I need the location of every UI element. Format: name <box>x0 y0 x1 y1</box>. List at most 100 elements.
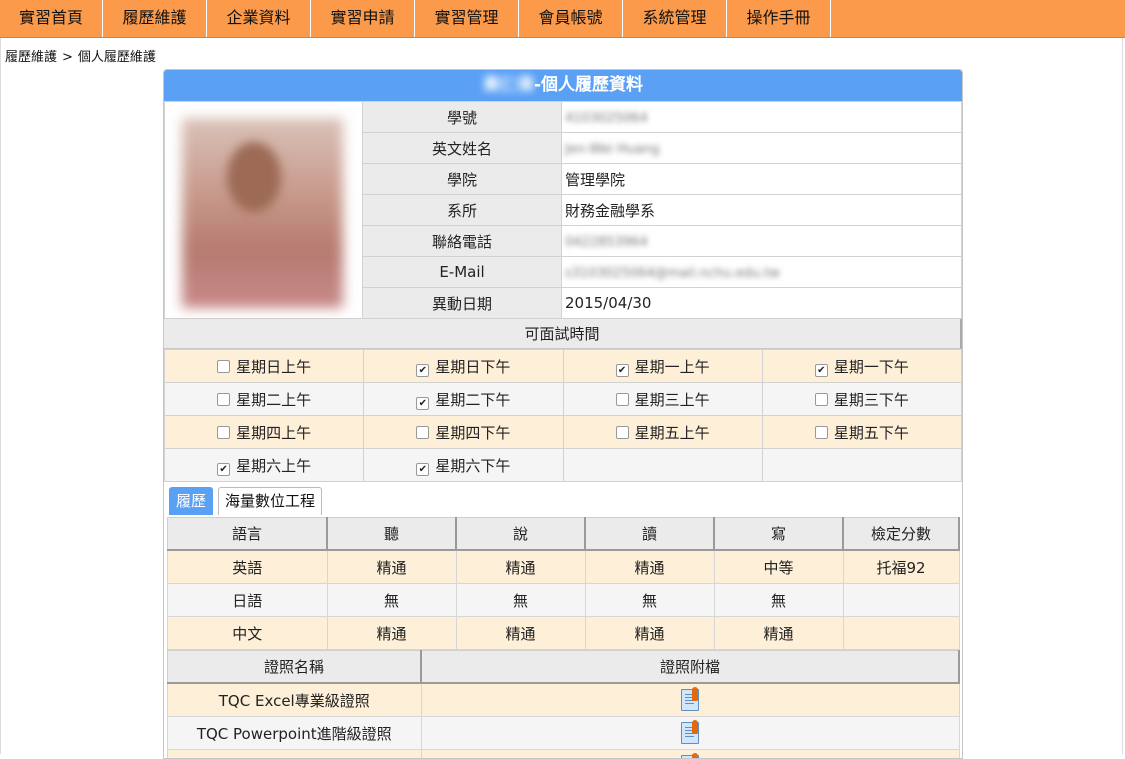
student-name: 黃仁偉 <box>483 75 534 95</box>
slot: 星期五下午 <box>762 416 961 449</box>
checkbox-icon[interactable] <box>616 426 629 439</box>
cell: 無 <box>456 584 585 617</box>
cell: 精通 <box>327 550 456 584</box>
slot: 星期四下午 <box>364 416 563 449</box>
title-suffix: -個人履歷資料 <box>534 75 643 95</box>
checkbox-icon[interactable]: ✔ <box>815 364 828 377</box>
cell: 精通 <box>714 617 843 650</box>
page-title: 黃仁偉-個人履歷資料 <box>164 70 962 101</box>
value-department: 財務金融學系 <box>562 195 962 226</box>
photo-cell <box>165 102 363 319</box>
col-writing: 寫 <box>714 518 843 551</box>
nav-manage[interactable]: 實習管理 <box>415 0 519 37</box>
nav-home[interactable]: 實習首頁 <box>0 0 103 37</box>
label-updated-date: 異動日期 <box>363 288 562 319</box>
col-score: 檢定分數 <box>843 518 959 551</box>
nav-account[interactable]: 會員帳號 <box>519 0 623 37</box>
nav-system[interactable]: 系統管理 <box>623 0 727 37</box>
label-english-name: 英文姓名 <box>363 133 562 164</box>
cell: 日語 <box>168 584 328 617</box>
slot: ✔星期六上午 <box>165 449 364 482</box>
slot-empty <box>762 449 961 482</box>
resume-card: 黃仁偉-個人履歷資料 學號 4103025064 英文姓名 Jen-Wei Hu… <box>163 69 963 759</box>
checkbox-icon[interactable] <box>616 393 629 406</box>
tab-resume[interactable]: 履歷 <box>169 487 213 515</box>
certificate-file <box>421 750 959 759</box>
value-email: s3103025064@mail.nchu.edu.tw <box>562 257 962 288</box>
checkbox-icon[interactable] <box>416 426 429 439</box>
tab-project[interactable]: 海量數位工程 <box>218 487 322 515</box>
label-department: 系所 <box>363 195 562 226</box>
cell: 精通 <box>585 617 714 650</box>
slot: ✔星期一下午 <box>762 350 961 383</box>
cell: 精通 <box>456 550 585 584</box>
col-speaking: 說 <box>456 518 585 551</box>
slot: 星期四上午 <box>165 416 364 449</box>
value-updated-date: 2015/04/30 <box>562 288 962 319</box>
checkbox-icon[interactable]: ✔ <box>416 397 429 410</box>
value-english-name: Jen-Wei Huang <box>562 133 962 164</box>
value-student-id: 4103025064 <box>562 102 962 133</box>
value-college: 管理學院 <box>562 164 962 195</box>
checkbox-icon[interactable] <box>815 426 828 439</box>
nav-company[interactable]: 企業資料 <box>207 0 311 37</box>
cell <box>843 584 959 617</box>
profile-table: 學號 4103025064 英文姓名 Jen-Wei Huang 學院 管理學院… <box>164 101 962 319</box>
slot: ✔星期一上午 <box>563 350 762 383</box>
table-row: 中文 精通 精通 精通 精通 <box>168 617 960 650</box>
attachment-file-icon[interactable] <box>681 722 699 744</box>
certificate-table: 證照名稱 證照附檔 TQC Excel專業級證照 TQC Powerpoint進… <box>167 650 960 759</box>
cell: 英語 <box>168 550 328 584</box>
cell: 中等 <box>714 550 843 584</box>
availability-title: 可面試時間 <box>164 319 962 349</box>
slot: 星期五上午 <box>563 416 762 449</box>
certificate-name: TQC Excel專業級證照 <box>168 683 422 717</box>
cell: 無 <box>714 584 843 617</box>
nav-manual[interactable]: 操作手冊 <box>727 0 831 37</box>
cell: 托福92 <box>843 550 959 584</box>
certificate-name: TQC Powerpoint進階級證照 <box>168 717 422 750</box>
slot: 星期日上午 <box>165 350 364 383</box>
nav-apply[interactable]: 實習申請 <box>311 0 415 37</box>
language-table: 語言 聽 說 讀 寫 檢定分數 英語 精通 精通 精通 中等 托福92 日語 無… <box>167 517 960 650</box>
checkbox-icon[interactable] <box>217 360 230 373</box>
slot: ✔星期二下午 <box>364 383 563 416</box>
checkbox-icon[interactable] <box>815 393 828 406</box>
slot: 星期三上午 <box>563 383 762 416</box>
label-phone: 聯絡電話 <box>363 226 562 257</box>
col-certificate-name: 證照名稱 <box>168 651 422 684</box>
attachment-file-icon[interactable] <box>681 755 699 759</box>
cell: 無 <box>327 584 456 617</box>
top-menu: 實習首頁 履歷維護 企業資料 實習申請 實習管理 會員帳號 系統管理 操作手冊 <box>0 0 1125 38</box>
checkbox-icon[interactable]: ✔ <box>416 364 429 377</box>
cell: 精通 <box>585 550 714 584</box>
nav-resume[interactable]: 履歷維護 <box>103 0 207 37</box>
table-row: 日語 無 無 無 無 <box>168 584 960 617</box>
cell <box>843 617 959 650</box>
checkbox-icon[interactable]: ✔ <box>217 463 230 476</box>
breadcrumb-separator: > <box>62 50 73 65</box>
table-row: TQC Powerpoint進階級證照 <box>168 717 960 750</box>
resume-tabs: 履歷 海量數位工程 <box>164 482 962 517</box>
slot-empty <box>563 449 762 482</box>
table-row: TQC Excel專業級證照 <box>168 683 960 717</box>
availability-table: 星期日上午 ✔星期日下午 ✔星期一上午 ✔星期一下午 星期二上午 ✔星期二下午 … <box>164 349 962 482</box>
slot: 星期二上午 <box>165 383 364 416</box>
breadcrumb-parent[interactable]: 履歷維護 <box>5 50 57 65</box>
certificate-file <box>421 683 959 717</box>
checkbox-icon[interactable] <box>217 426 230 439</box>
col-certificate-file: 證照附檔 <box>421 651 959 684</box>
checkbox-icon[interactable]: ✔ <box>616 364 629 377</box>
cell: 無 <box>585 584 714 617</box>
breadcrumb-current: 個人履歷維護 <box>78 50 156 65</box>
slot: 星期三下午 <box>762 383 961 416</box>
checkbox-icon[interactable] <box>217 393 230 406</box>
attachment-file-icon[interactable] <box>681 689 699 711</box>
slot: ✔星期日下午 <box>364 350 563 383</box>
col-listening: 聽 <box>327 518 456 551</box>
label-email: E-Mail <box>363 257 562 288</box>
table-row: 托福92分 <box>168 750 960 759</box>
table-row: 英語 精通 精通 精通 中等 托福92 <box>168 550 960 584</box>
checkbox-icon[interactable]: ✔ <box>416 463 429 476</box>
certificate-name: 托福92分 <box>168 750 422 759</box>
